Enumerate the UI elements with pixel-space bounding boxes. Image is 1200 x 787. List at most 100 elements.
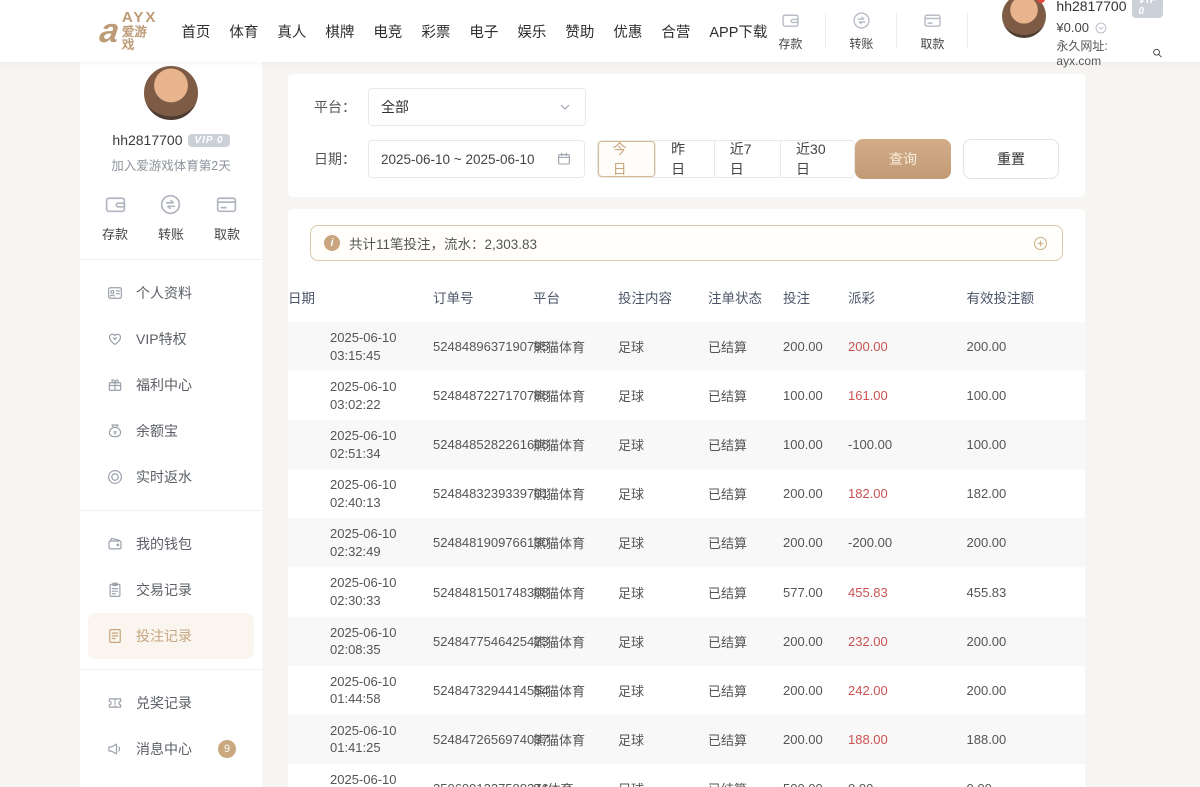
column-header: 有效投注额 bbox=[967, 275, 1086, 322]
cell-status: 已结算 bbox=[708, 617, 783, 666]
table-row[interactable]: 2025-06-10 01:41:25 5248472656974037 熊猫体… bbox=[288, 715, 1085, 764]
nav-item[interactable]: 彩票 bbox=[421, 21, 450, 42]
nav-item[interactable]: 电竞 bbox=[373, 21, 402, 42]
cell-date: 2025-06-10 02:40:13 bbox=[288, 469, 433, 518]
cell-platform: 熊猫体育 bbox=[533, 518, 618, 567]
menu-icon bbox=[106, 581, 124, 599]
cell-content: 足球 bbox=[618, 666, 708, 715]
chevron-down-icon bbox=[557, 99, 573, 115]
filter-panel: 平台： 全部 日期： 2025-06-10 ~ 2025-06-10 今日昨日近… bbox=[288, 74, 1085, 197]
sidebar-quick-action-deposit[interactable]: 存款 bbox=[102, 192, 128, 243]
cell-bet: 200.00 bbox=[783, 322, 848, 371]
sidebar-item-profile[interactable]: 个人资料 bbox=[88, 270, 254, 316]
menu-icon bbox=[106, 535, 124, 553]
nav-item[interactable]: 赞助 bbox=[565, 21, 594, 42]
table-row[interactable]: 2025-06-10 03:15:45 5248489637190795 熊猫体… bbox=[288, 322, 1085, 371]
cell-payout: 455.83 bbox=[848, 567, 967, 616]
cell-status: 已结算 bbox=[708, 469, 783, 518]
nav-item[interactable]: 首页 bbox=[181, 21, 210, 42]
sidebar-menu-group-3: 兑奖记录 消息中心 9 意见反馈 bbox=[80, 670, 262, 787]
sidebar-quick-action-withdraw[interactable]: 取款 bbox=[214, 192, 240, 243]
bet-records-panel: i 共计11笔投注，流水：2,303.83 日期订单号平台投注内容注单状态投注派… bbox=[288, 209, 1085, 787]
sidebar-quick-actions: 存款 转账 取款 bbox=[80, 174, 262, 259]
sidebar-quick-action-transfer[interactable]: 转账 bbox=[158, 192, 184, 243]
table-row[interactable]: 2025-06-10 02:40:13 5248483239339701 熊猫体… bbox=[288, 469, 1085, 518]
range-preset-button[interactable]: 近30日 bbox=[781, 141, 854, 177]
magnifier-icon[interactable] bbox=[1151, 46, 1164, 60]
cell-payout: -200.00 bbox=[848, 518, 967, 567]
quick-action-icon bbox=[922, 10, 943, 31]
nav-item[interactable]: 体育 bbox=[229, 21, 258, 42]
search-button[interactable]: 查询 bbox=[855, 139, 951, 179]
quick-action-icon bbox=[158, 192, 183, 217]
sidebar-item-yuebao[interactable]: 余额宝 bbox=[88, 408, 254, 454]
table-row[interactable]: 2025-06-10 02:08:35 5248477546425423 熊猫体… bbox=[288, 617, 1085, 666]
sidebar-item-transactions[interactable]: 交易记录 bbox=[88, 567, 254, 613]
nav-item[interactable]: 合营 bbox=[661, 21, 690, 42]
main-nav: 首页体育真人棋牌电竞彩票电子娱乐赞助优惠合营 APP下载 bbox=[181, 21, 767, 42]
sidebar-item-wallet[interactable]: 我的钱包 bbox=[88, 521, 254, 567]
brand-logo[interactable]: a AYX 爱游戏 bbox=[100, 10, 157, 52]
range-preset-button[interactable]: 今日 bbox=[598, 141, 657, 177]
quick-action[interactable]: 转账 bbox=[838, 10, 884, 52]
reset-button[interactable]: 重置 bbox=[963, 139, 1059, 179]
cell-content: 足球 bbox=[618, 715, 708, 764]
sidebar-item-vip[interactable]: VIP特权 bbox=[88, 316, 254, 362]
cell-platform: 熊猫体育 bbox=[533, 715, 618, 764]
plus-circle-icon[interactable] bbox=[1032, 235, 1049, 252]
main-content: 平台： 全部 日期： 2025-06-10 ~ 2025-06-10 今日昨日近… bbox=[288, 74, 1085, 787]
cell-content: 足球 bbox=[618, 518, 708, 567]
quick-action-icon bbox=[103, 192, 128, 217]
date-range-input[interactable]: 2025-06-10 ~ 2025-06-10 bbox=[368, 140, 585, 178]
table-row[interactable]: 2025-06-10 02:30:33 5248481501748308 熊猫体… bbox=[288, 567, 1085, 616]
sidebar-item-prize[interactable]: 兑奖记录 bbox=[88, 680, 254, 726]
nav-item[interactable]: APP下载 bbox=[709, 21, 767, 42]
sidebar-item-message[interactable]: 消息中心 9 bbox=[88, 726, 254, 772]
nav-item[interactable]: 娱乐 bbox=[517, 21, 546, 42]
cell-bet: 100.00 bbox=[783, 420, 848, 469]
brand-sub: 爱游戏 bbox=[122, 26, 157, 52]
table-body: 2025-06-10 03:15:45 5248489637190795 熊猫体… bbox=[288, 322, 1085, 787]
table-row[interactable]: 2025-06-10 00:37:57 2506091237588276 IM体… bbox=[288, 764, 1085, 787]
cell-order: 5248485282261606 bbox=[433, 420, 533, 469]
avatar[interactable] bbox=[1002, 0, 1046, 38]
cell-date: 2025-06-10 00:37:57 bbox=[288, 764, 433, 787]
range-preset-button[interactable]: 近7日 bbox=[715, 141, 781, 177]
nav-item[interactable]: 真人 bbox=[277, 21, 306, 42]
table-row[interactable]: 2025-06-10 02:51:34 5248485282261606 熊猫体… bbox=[288, 420, 1085, 469]
cell-platform: 熊猫体育 bbox=[533, 371, 618, 420]
table-row[interactable]: 2025-06-10 02:32:49 5248481909766130 熊猫体… bbox=[288, 518, 1085, 567]
cell-content: 足球 bbox=[618, 322, 708, 371]
sidebar: hh2817700 VIP 0 加入爱游戏体育第2天 存款 转账 取款 个人资料… bbox=[80, 60, 262, 787]
nav-item[interactable]: 优惠 bbox=[613, 21, 642, 42]
quick-action[interactable]: 存款 bbox=[767, 10, 813, 52]
sidebar-item-welfare[interactable]: 福利中心 bbox=[88, 362, 254, 408]
sidebar-avatar[interactable] bbox=[142, 64, 200, 122]
nav-item[interactable]: 电子 bbox=[469, 21, 498, 42]
balance-refresh-icon[interactable] bbox=[1094, 21, 1108, 35]
info-icon: i bbox=[324, 235, 340, 251]
quick-action-icon bbox=[780, 10, 801, 31]
cell-platform: 熊猫体育 bbox=[533, 322, 618, 371]
quick-action[interactable]: 取款 bbox=[909, 10, 955, 52]
cell-status: 已结算 bbox=[708, 518, 783, 567]
menu-icon bbox=[106, 284, 124, 302]
platform-select[interactable]: 全部 bbox=[368, 88, 586, 126]
column-header: 投注 bbox=[783, 275, 848, 322]
cell-payout: 0.00 bbox=[848, 764, 967, 787]
table-row[interactable]: 2025-06-10 01:44:58 5248473294414554 熊猫体… bbox=[288, 666, 1085, 715]
permanent-url: 永久网址: ayx.com bbox=[1056, 37, 1146, 68]
range-preset-button[interactable]: 昨日 bbox=[656, 141, 715, 177]
cell-valid: 182.00 bbox=[967, 469, 1086, 518]
menu-icon bbox=[106, 627, 124, 645]
sidebar-menu-group-2: 我的钱包 交易记录 投注记录 bbox=[80, 511, 262, 669]
cell-payout: 200.00 bbox=[848, 322, 967, 371]
sidebar-item-feedback[interactable]: 意见反馈 bbox=[88, 772, 254, 787]
table-row[interactable]: 2025-06-10 03:02:22 5248487227170786 熊猫体… bbox=[288, 371, 1085, 420]
sidebar-item-rebate[interactable]: 实时返水 bbox=[88, 454, 254, 500]
nav-item[interactable]: 棋牌 bbox=[325, 21, 354, 42]
sidebar-item-bet-records[interactable]: 投注记录 bbox=[88, 613, 254, 659]
menu-icon bbox=[106, 330, 124, 348]
cell-platform: 熊猫体育 bbox=[533, 469, 618, 518]
cell-date: 2025-06-10 02:08:35 bbox=[288, 617, 433, 666]
